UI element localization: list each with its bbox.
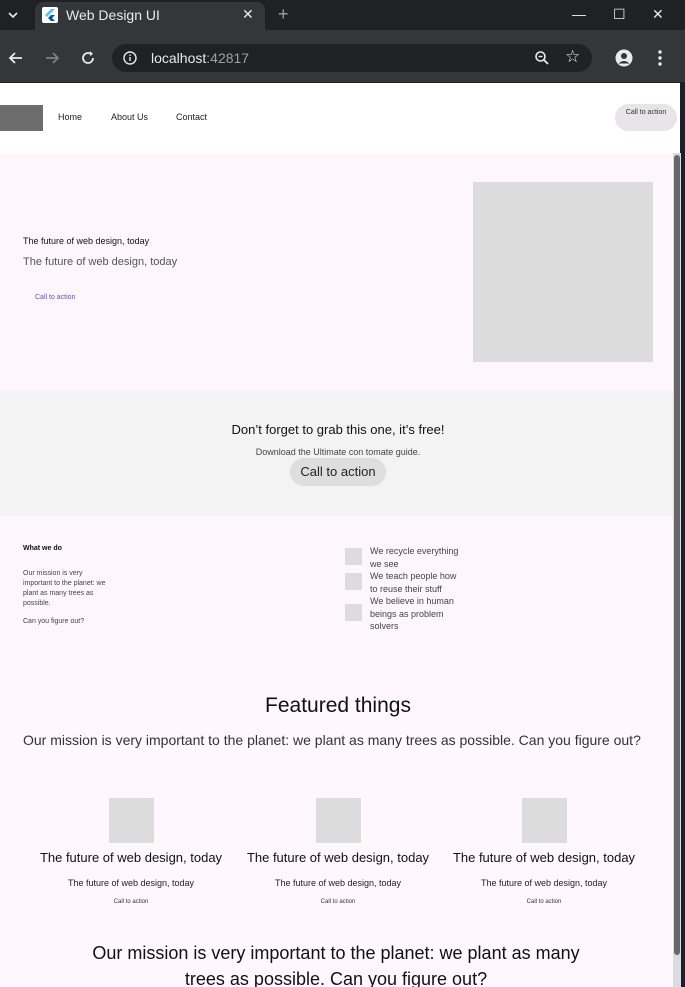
scrollbar-thumb[interactable] [674,155,680,955]
bookmark-star-icon[interactable]: ☆ [565,47,580,67]
card-subtitle: The future of web design, today [480,878,608,888]
feature-item: We recycle everything we see [370,546,459,569]
card-image-placeholder [522,798,567,843]
header-cta-button[interactable]: Call to action [615,104,677,131]
nav-link-home[interactable]: Home [58,112,82,122]
tab-title: Web Design UI [66,7,160,23]
feature-item: We teach people how to reuse their stuff [370,571,457,594]
what-we-do-section: What we do Our mission is very important… [0,516,680,676]
page-viewport: Home About Us Contact Call to action The… [0,83,680,987]
card-image-placeholder [316,798,361,843]
card-subtitle: The future of web design, today [274,878,402,888]
card-title: The future of web design, today [246,850,430,865]
banner-cta-button[interactable]: Call to action [290,458,386,486]
feature-icon-placeholder [345,604,362,621]
site-info-icon[interactable] [123,51,137,65]
card-cta-button[interactable]: Call to action [444,899,644,905]
site-header: Home About Us Contact Call to action [0,83,680,153]
reload-icon[interactable] [80,50,96,66]
featured-card: The future of web design, today The futu… [31,798,231,918]
mission-statement: Our mission is very important to the pla… [92,943,580,987]
promo-banner: Don’t forget to grab this one, it’s free… [0,391,680,516]
feature-icon-placeholder [345,573,362,590]
featured-card: The future of web design, today The futu… [238,798,438,918]
card-subtitle: The future of web design, today [67,878,195,888]
what-we-do-question: Can you figure out? [23,618,85,625]
window-edge [681,83,685,987]
hero-subtitle: The future of web design, today [23,256,178,268]
zoom-icon[interactable] [534,50,550,66]
profile-icon[interactable] [615,49,633,67]
forward-arrow-icon[interactable] [44,50,60,66]
maximize-icon[interactable]: ☐ [613,6,626,23]
card-cta-button[interactable]: Call to action [31,899,231,905]
hero-cta-button[interactable]: Call to action [35,294,75,301]
banner-subtitle: Download the Ultimate con tomate guide. [255,447,421,457]
tab-search-chevron-icon[interactable] [6,8,20,22]
hero-image-placeholder [473,182,653,362]
flutter-favicon-icon [42,7,58,23]
tab-close-icon[interactable]: ✕ [242,6,254,23]
card-image-placeholder [109,798,154,843]
minimize-icon[interactable]: — [572,6,586,22]
feature-icon-placeholder [345,548,362,565]
card-cta-button[interactable]: Call to action [238,899,438,905]
browser-menu-icon[interactable] [652,49,668,67]
browser-tab[interactable]: Web Design UI ✕ [35,2,265,30]
featured-card: The future of web design, today The futu… [444,798,644,918]
banner-title: Don’t forget to grab this one, it’s free… [231,422,445,437]
what-we-do-title: What we do [23,545,62,552]
nav-link-about[interactable]: About Us [111,112,148,122]
window-close-icon[interactable]: ✕ [652,6,664,23]
url-text[interactable]: localhost:42817 [151,50,249,66]
what-we-do-body: Our mission is very important to the pla… [23,570,106,607]
logo[interactable] [0,105,43,131]
new-tab-icon[interactable]: + [278,4,289,25]
featured-body: Our mission is very important to the pla… [23,732,641,748]
back-arrow-icon[interactable] [8,50,24,66]
feature-item: We believe in human beings as problem so… [370,596,454,631]
hero-title: The future of web design, today [23,236,150,246]
featured-title: Featured things [265,694,411,717]
card-title: The future of web design, today [39,850,223,865]
hero-section: The future of web design, today The futu… [0,153,680,391]
nav-link-contact[interactable]: Contact [176,112,207,122]
card-title: The future of web design, today [452,850,636,865]
